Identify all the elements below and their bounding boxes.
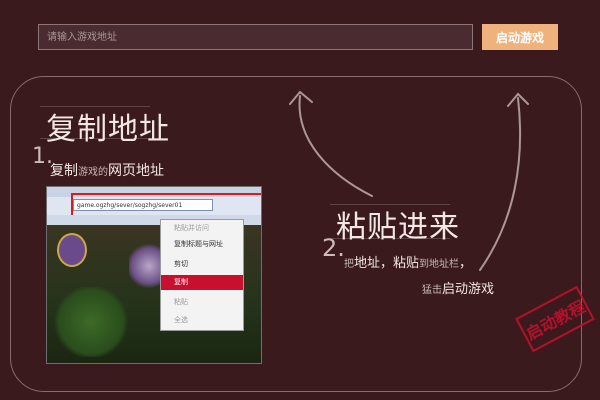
left-arrow-shaft — [298, 95, 373, 197]
left-arrow-head — [289, 90, 313, 105]
chalk-arrows — [289, 90, 529, 271]
right-arrow-shaft — [479, 97, 522, 271]
